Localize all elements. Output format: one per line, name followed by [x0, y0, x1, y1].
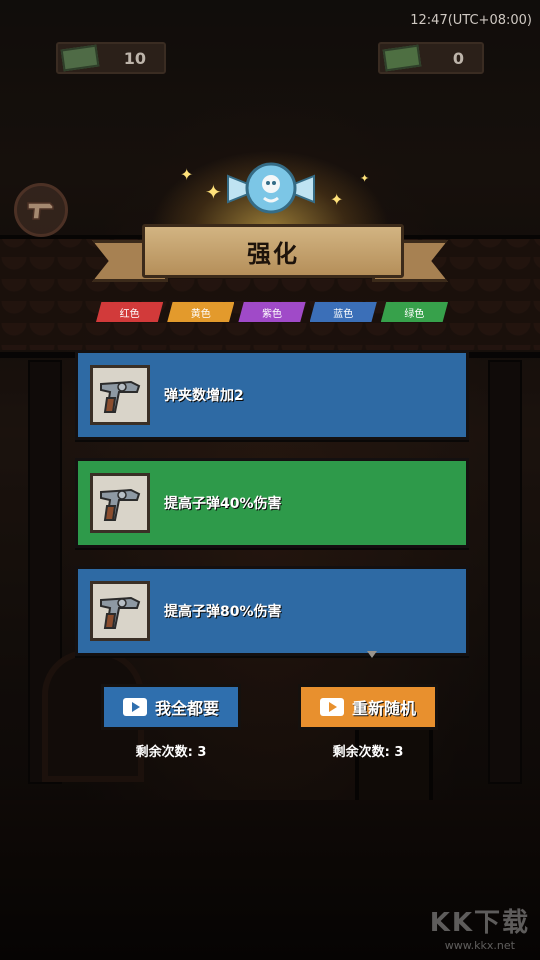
watermark: KK下载 www.kkx.net — [430, 902, 530, 952]
popup-title: 强化 — [247, 239, 299, 268]
sparkle-icon: ✦ — [330, 190, 344, 209]
reroll-button[interactable]: 重新随机 — [298, 684, 438, 730]
title-banner: 强化 — [92, 222, 448, 282]
option-text: 弹夹数增加2 — [164, 388, 244, 404]
upgrade-option-3[interactable]: 提高子弹80%伤害 — [75, 566, 469, 656]
revolver-icon — [100, 380, 141, 413]
banner-ribbon: 强化 — [142, 224, 404, 278]
tag-purple: 紫色 — [238, 302, 306, 322]
cash-value-left: 10 — [123, 48, 146, 68]
upgrade-option-2[interactable]: 提高子弹40%伤害 — [75, 458, 469, 548]
take-all-button[interactable]: 我全都要 — [101, 684, 241, 730]
candy-skull-icon — [227, 162, 315, 214]
weapon-slot-icon[interactable] — [14, 183, 68, 237]
cash-counter-left: 10 — [56, 42, 166, 74]
color-tags: 红色 黄色 紫色 蓝色 绿色 — [96, 302, 449, 324]
tag-blue: 蓝色 — [309, 302, 377, 322]
option-thumbnail — [90, 365, 150, 425]
sparkle-icon: ✦ — [205, 180, 222, 204]
tag-green: 绿色 — [380, 302, 449, 322]
upgrade-option-1[interactable]: 弹夹数增加2 — [75, 350, 469, 440]
cash-stack-icon — [382, 44, 422, 72]
cash-counter-right: 0 — [378, 42, 484, 74]
sparkle-icon: ✦ — [180, 165, 194, 184]
option-thumbnail — [90, 473, 150, 533]
tag-red: 红色 — [96, 302, 164, 322]
status-time: 12:47(UTC+08:00) — [410, 13, 532, 28]
reroll-remaining: 剩余次数: 3 — [332, 745, 404, 760]
chevron-down-icon — [367, 651, 377, 658]
option-thumbnail — [90, 581, 150, 641]
tag-yellow: 黄色 — [167, 302, 235, 322]
revolver-icon — [100, 596, 141, 629]
take-all-label: 我全都要 — [154, 699, 219, 718]
video-ad-icon — [319, 698, 344, 716]
sparkle-icon: ✦ — [360, 172, 370, 185]
option-text: 提高子弹80%伤害 — [164, 604, 282, 620]
cash-value-right: 0 — [452, 48, 464, 68]
video-ad-icon — [122, 698, 147, 716]
revolver-icon — [27, 202, 54, 220]
revolver-icon — [100, 488, 141, 521]
cash-icon — [60, 44, 100, 72]
reroll-label: 重新随机 — [351, 699, 416, 718]
option-text: 提高子弹40%伤害 — [164, 496, 282, 512]
take-all-remaining: 剩余次数: 3 — [135, 745, 207, 760]
watermark-logo: KK下载 — [429, 908, 530, 938]
watermark-url: www.kkx.net — [444, 939, 515, 952]
